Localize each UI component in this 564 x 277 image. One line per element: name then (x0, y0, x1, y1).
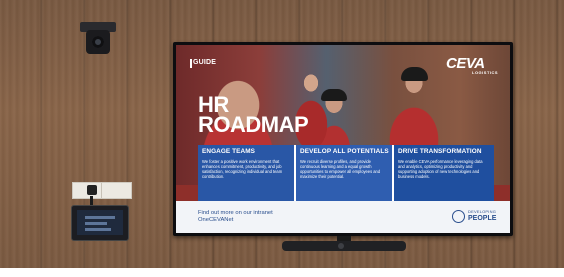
control-panel-icon[interactable] (71, 205, 129, 241)
meeting-room-wall: GUIDE CEVA LOGISTICS HR ROADMAP ENGAGE T… (0, 0, 564, 277)
outlet-divider (101, 183, 102, 198)
panel-row (85, 222, 107, 225)
beanie-hat (321, 89, 347, 101)
footer-band: Find out more on our intranet OneCEVANet… (176, 201, 510, 233)
title-line-2: ROADMAP (198, 112, 309, 137)
brand-sub: LOGISTICS (472, 70, 499, 75)
card-heading: ENGAGE TEAMS (202, 148, 256, 155)
ceva-logo-icon: CEVA LOGISTICS (446, 55, 502, 77)
logo-top-text: DEVELOPING (468, 209, 497, 214)
control-panel-screen[interactable] (77, 210, 123, 235)
floor-strip (0, 268, 564, 277)
soundbar-icon (282, 241, 406, 251)
power-outlet-icon (72, 182, 132, 199)
camera-lens (92, 36, 104, 48)
card-body: We enable CEVA performance leveraging da… (398, 159, 483, 179)
panel-row (85, 228, 111, 231)
card-heading: DEVELOP ALL POTENTIALS (300, 148, 389, 155)
panel-row (85, 216, 115, 219)
tv-screen: GUIDE CEVA LOGISTICS HR ROADMAP ENGAGE T… (176, 45, 510, 233)
wall-tv: GUIDE CEVA LOGISTICS HR ROADMAP ENGAGE T… (173, 42, 513, 236)
card-drive-transformation: DRIVE TRANSFORMATION We enable CEVA perf… (392, 145, 494, 201)
plug (87, 185, 97, 195)
camera-icon (80, 22, 116, 56)
pillar-cards: ENGAGE TEAMS We foster a positive work e… (198, 145, 494, 201)
card-heading: DRIVE TRANSFORMATION (398, 148, 482, 155)
page-title: HR ROADMAP (198, 94, 309, 137)
guide-mark (190, 59, 192, 68)
beanie-hat (401, 67, 428, 81)
card-body: We recruit diverse profiles, and provide… (300, 159, 381, 179)
soundbar-camera (338, 243, 344, 249)
logo-bottom-text: PEOPLE (468, 215, 497, 222)
card-develop-potentials: DEVELOP ALL POTENTIALS We recruit divers… (294, 145, 392, 201)
card-body: We foster a positive work environment th… (202, 159, 283, 179)
logo-circle (452, 210, 465, 223)
developing-people-logo-icon: DEVELOPING PEOPLE (452, 208, 500, 226)
footer-text: Find out more on our intranet OneCEVANet (198, 210, 273, 223)
guide-badge: GUIDE (193, 59, 217, 66)
card-engage-teams: ENGAGE TEAMS We foster a positive work e… (198, 145, 294, 201)
